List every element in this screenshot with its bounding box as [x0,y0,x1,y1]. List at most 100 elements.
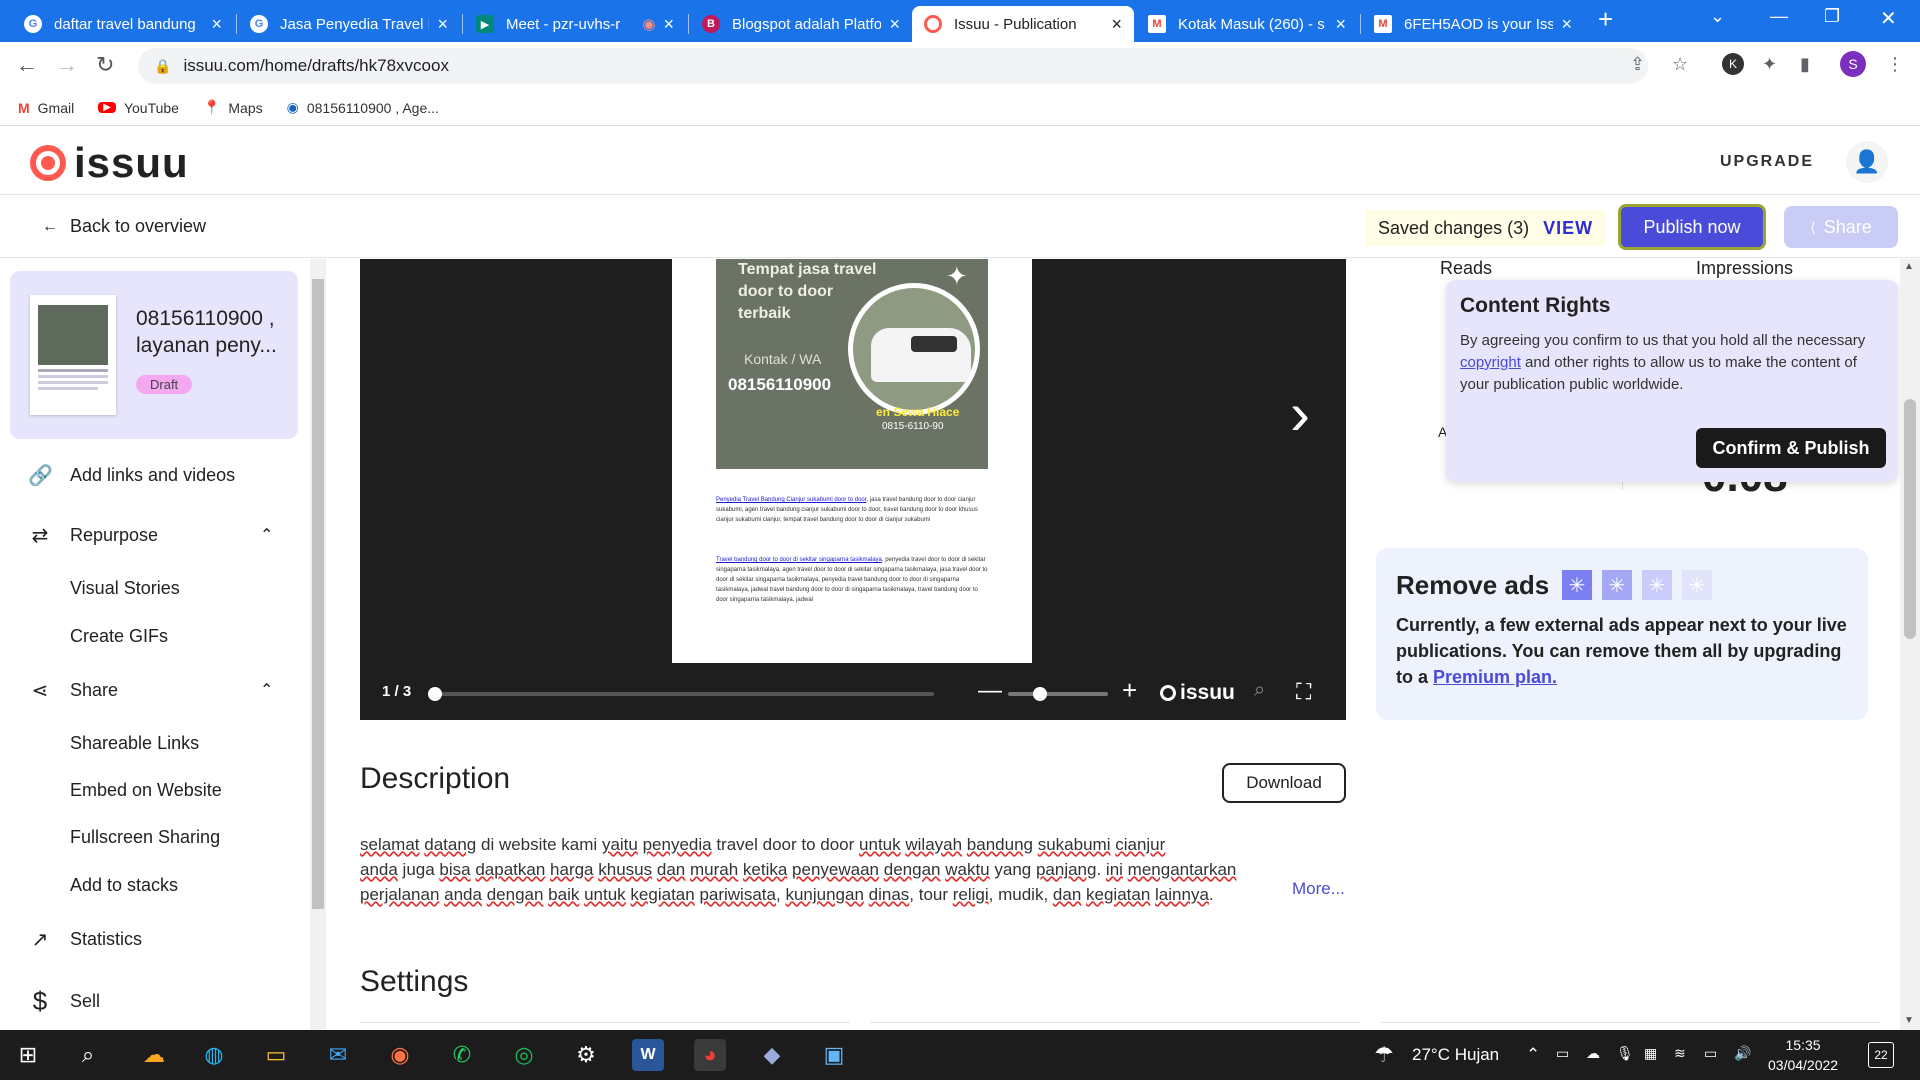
fullscreen-icon[interactable]: ⛶ [1296,679,1311,705]
new-tab-icon[interactable]: + [1598,4,1613,35]
back-arrow-icon[interactable]: ← [16,52,38,78]
tab-3[interactable]: ▶ Meet - pzr-uvhs-r ◉ × [464,6,686,42]
zoom-out-icon[interactable]: — [978,677,1002,705]
view-changes-link[interactable]: VIEW [1543,218,1593,239]
reload-icon[interactable]: ↻ [96,52,114,78]
search-icon[interactable]: ⌕ [1254,679,1265,702]
back-to-overview-link[interactable]: ← Back to overview [42,216,206,237]
search-icon[interactable]: ⌕ [72,1039,104,1071]
tab-issuu-active[interactable]: Issuu - Publication × [912,6,1134,42]
description-text[interactable]: selamat datang di website kami yaitu pen… [360,832,1290,907]
close-icon[interactable]: × [1335,14,1346,35]
page-scrollbar[interactable]: ▲ ▼ [1900,259,1920,1030]
bookmark-youtube[interactable]: ▶ YouTube [98,100,179,116]
cloud-icon[interactable]: ☁ [1586,1045,1600,1062]
chrome-icon[interactable]: ◕ [694,1039,726,1071]
clock[interactable]: 15:35 03/04/2022 [1768,1035,1838,1075]
sidebar-item-share[interactable]: ⋖ Share [28,678,118,703]
confirm-publish-button[interactable]: Confirm & Publish [1696,428,1886,468]
url-field[interactable]: 🔒 issuu.com/home/drafts/hk78xvcoox [138,48,1648,84]
sidebar-item-repurpose[interactable]: ⇄ Repurpose [28,523,158,548]
tab-search-icon[interactable]: ⌄ [1710,6,1725,27]
close-icon[interactable]: × [663,14,674,35]
sidebar-item-shareable-links[interactable]: Shareable Links [70,733,199,754]
profile-avatar[interactable]: S [1840,51,1866,77]
issuu-logo[interactable]: issuu [30,139,189,187]
progress-knob[interactable] [428,687,442,701]
sidebar-item-fullscreen[interactable]: Fullscreen Sharing [70,827,220,848]
sidebar-item-statistics[interactable]: ↗ Statistics [28,927,142,952]
weather-text[interactable]: 27°C Hujan [1412,1045,1499,1065]
bookmark-maps[interactable]: 📍 Maps [203,99,263,116]
close-icon[interactable]: × [889,14,900,35]
photos-icon[interactable]: ▣ [818,1039,850,1071]
tab-4[interactable]: B Blogspot adalah Platfo × [690,6,912,42]
copyright-link[interactable]: copyright [1460,354,1521,371]
meet-tray-icon[interactable]: ▭ [1556,1045,1569,1062]
zoom-in-icon[interactable]: + [1122,675,1137,706]
firefox-icon[interactable]: ◉ [384,1039,416,1071]
publish-now-button[interactable]: Publish now [1618,204,1766,250]
chevron-up-icon[interactable]: ⌃ [1526,1045,1540,1065]
settings-gear-icon[interactable]: ⚙ [570,1039,602,1071]
chevron-up-icon[interactable]: ⌃ [260,680,273,700]
edge-icon[interactable]: ◍ [198,1039,230,1071]
close-icon[interactable]: × [1561,14,1572,35]
extension-k-icon[interactable]: K [1722,53,1744,75]
scroll-up-icon[interactable]: ▲ [1904,261,1914,272]
forward-arrow-icon[interactable]: → [56,52,78,78]
windows-start-icon[interactable]: ⊞ [12,1039,44,1071]
scroll-down-icon[interactable]: ▼ [1904,1015,1914,1026]
whatsapp-icon[interactable]: ✆ [446,1039,478,1071]
tab-6[interactable]: M Kotak Masuk (260) - s × [1136,6,1358,42]
notifications-badge[interactable]: 22 [1868,1042,1894,1068]
more-link[interactable]: More... [1292,879,1345,899]
sidebar-item-visual-stories[interactable]: Visual Stories [70,578,180,599]
page-progress-slider[interactable] [428,687,934,701]
sidebar-item-create-gifs[interactable]: Create GIFs [70,626,168,647]
camera-icon[interactable]: ▦ [1644,1045,1657,1062]
close-icon[interactable]: × [1111,14,1122,35]
window-close-icon[interactable]: ✕ [1880,6,1897,31]
tab-7[interactable]: M 6FEH5AOD is your Iss × [1362,6,1584,42]
zoom-knob[interactable] [1033,687,1047,701]
menu-kebab-icon[interactable]: ⋮ [1886,54,1904,75]
file-explorer-icon[interactable]: ▭ [260,1039,292,1071]
volume-icon[interactable]: 🔊 [1734,1045,1751,1062]
spotify-icon[interactable]: ◎ [508,1039,540,1071]
next-page-icon[interactable]: › [1290,379,1310,448]
sidebar-item-embed[interactable]: Embed on Website [70,780,222,801]
maximize-icon[interactable]: ❐ [1824,6,1840,27]
download-button[interactable]: Download [1222,763,1346,803]
word-icon[interactable]: W [632,1039,664,1071]
side-panel-icon[interactable]: ▮ [1800,54,1810,75]
share-page-icon[interactable]: ⇪ [1630,54,1645,75]
close-icon[interactable]: × [437,14,448,35]
mail-icon[interactable]: ✉ [322,1039,354,1071]
document-viewer[interactable]: Tempat jasa travel door to door terbaik … [360,259,1346,720]
sidebar-item-stacks[interactable]: Add to stacks [70,875,178,896]
upgrade-link[interactable]: UPGRADE [1720,153,1814,171]
tab-2[interactable]: G Jasa Penyedia Travel B × [238,6,460,42]
tab-1[interactable]: G daftar travel bandung × [12,6,234,42]
user-icon[interactable]: 👤 [1846,141,1888,183]
wifi-icon[interactable]: ≋ [1674,1045,1686,1062]
battery-icon[interactable]: ▭ [1704,1045,1717,1062]
bookmark-site[interactable]: ◉ 08156110900 , Age... [287,99,439,116]
sidebar-item-add-links[interactable]: 🔗 Add links and videos [28,463,235,488]
bookmark-gmail[interactable]: M Gmail [18,100,74,116]
zoom-slider[interactable] [1008,687,1108,701]
microphone-icon[interactable]: 🎙 [1616,1045,1634,1062]
minimize-icon[interactable]: — [1770,6,1788,27]
premium-plan-link[interactable]: Premium plan. [1433,667,1557,687]
bookmark-star-icon[interactable]: ☆ [1672,54,1688,75]
sidebar-item-sell[interactable]: $ Sell [28,986,100,1017]
chevron-up-icon[interactable]: ⌃ [260,525,273,545]
extensions-puzzle-icon[interactable]: ✦ [1762,54,1777,75]
close-icon[interactable]: × [211,14,222,35]
document-card[interactable]: 08156110900 , layanan peny... Draft [10,271,298,439]
app-icon[interactable]: ◆ [756,1039,788,1071]
share-button[interactable]: ⟨ Share [1784,206,1898,248]
sidebar-scrollbar[interactable] [310,259,326,1030]
weather-widget-icon[interactable]: ☁ [138,1039,170,1071]
